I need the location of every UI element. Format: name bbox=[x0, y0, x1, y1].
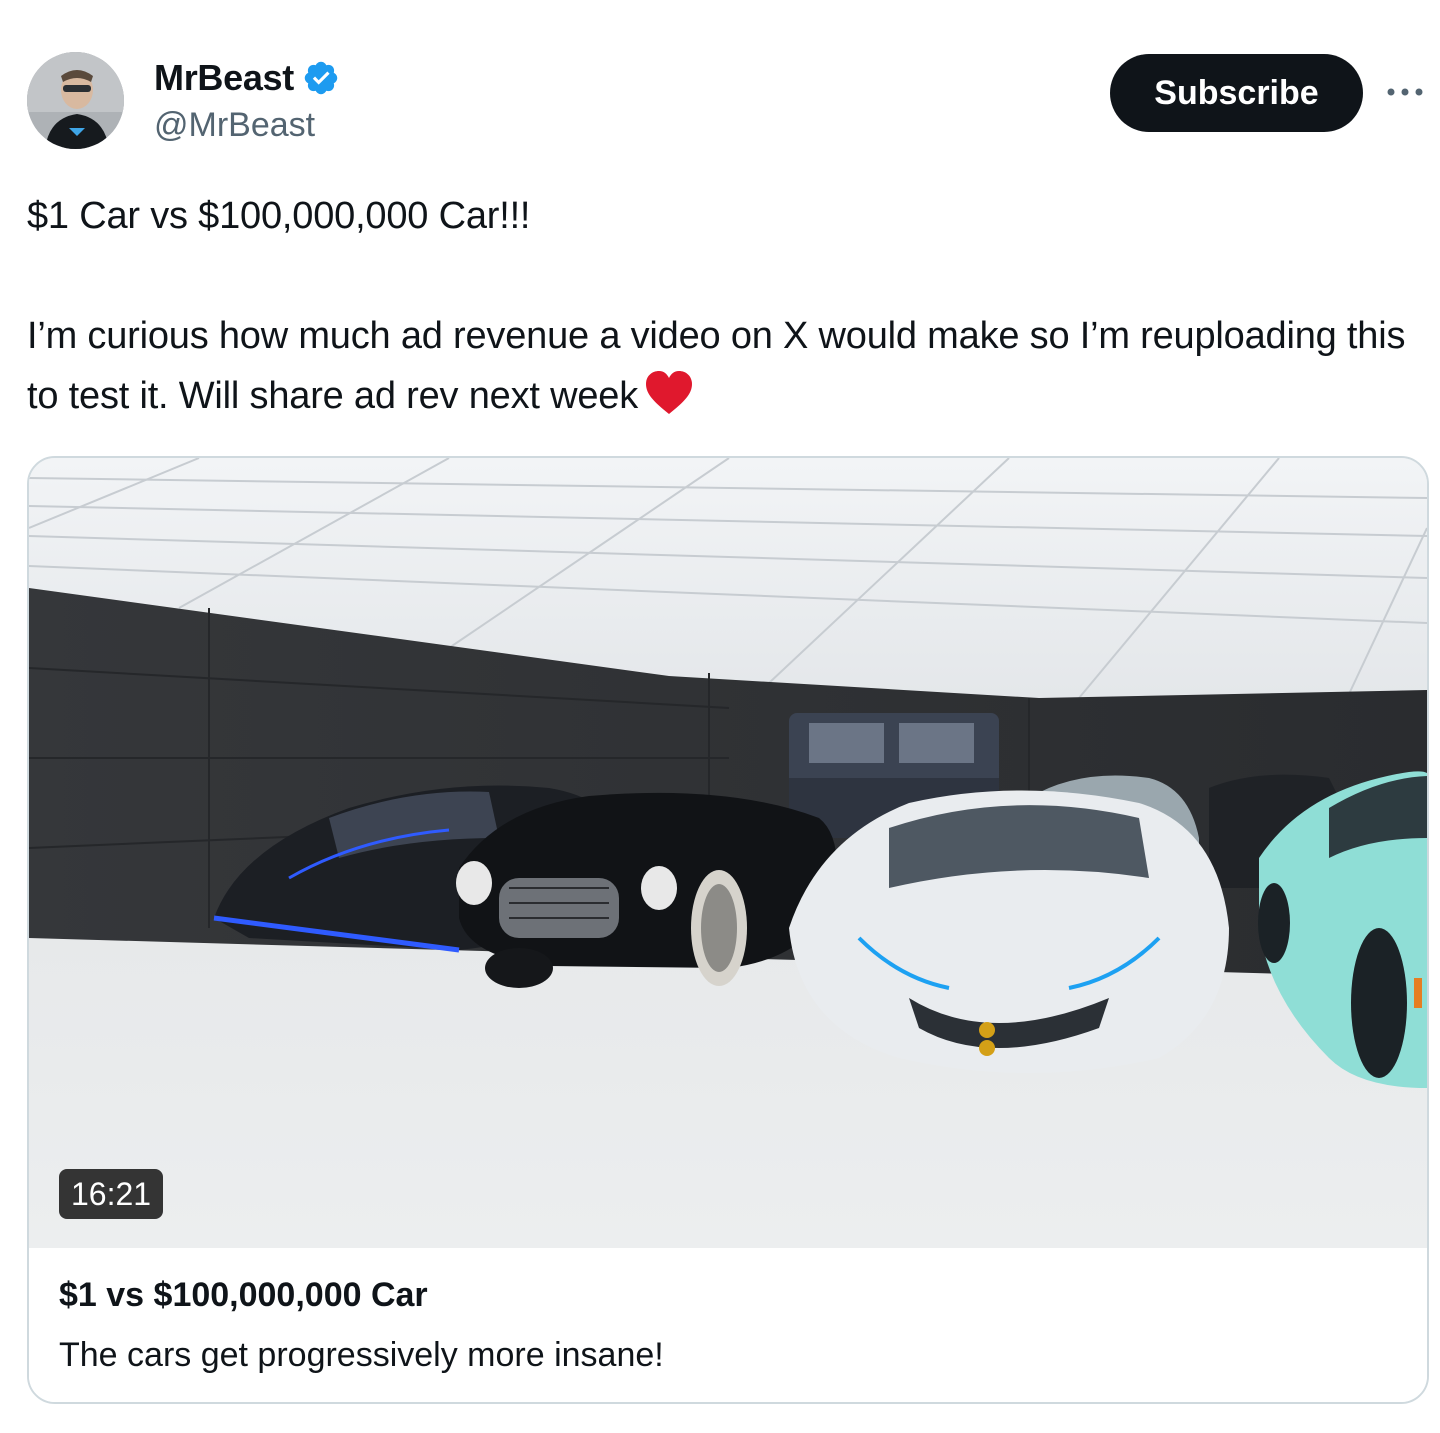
author-names: MrBeast @MrBeast bbox=[154, 54, 340, 145]
video-description: The cars get progressively more insane! bbox=[59, 1336, 664, 1374]
tweet-body: $1 Car vs $100,000,000 Car!!! I’m curiou… bbox=[27, 186, 1417, 426]
video-card-footer: $1 vs $100,000,000 Car The cars get prog… bbox=[29, 1248, 1427, 1402]
video-thumbnail[interactable]: 16:21 bbox=[29, 458, 1427, 1248]
author-display-name[interactable]: MrBeast bbox=[154, 57, 294, 99]
video-card[interactable]: 16:21 $1 vs $100,000,000 Car The cars ge… bbox=[27, 456, 1429, 1404]
tweet-line-title: $1 Car vs $100,000,000 Car!!! bbox=[27, 195, 531, 237]
avatar-image bbox=[27, 52, 124, 149]
verified-badge-icon[interactable] bbox=[302, 59, 340, 97]
video-title[interactable]: $1 vs $100,000,000 Car bbox=[59, 1276, 428, 1315]
author-handle[interactable]: @MrBeast bbox=[154, 106, 340, 145]
heart-icon bbox=[644, 370, 694, 416]
tweet-line-body: I’m curious how much ad revenue a video … bbox=[27, 306, 1417, 426]
tweet-header: MrBeast @MrBeast Subscribe bbox=[27, 52, 1427, 152]
video-duration-badge: 16:21 bbox=[59, 1169, 164, 1219]
garage-cars-image bbox=[29, 458, 1427, 1248]
display-name-row: MrBeast bbox=[154, 54, 340, 102]
avatar[interactable] bbox=[27, 52, 124, 149]
tweet-body-text: I’m curious how much ad revenue a video … bbox=[27, 315, 1406, 417]
subscribe-button[interactable]: Subscribe bbox=[1110, 54, 1363, 132]
more-options-icon[interactable] bbox=[1385, 80, 1425, 104]
